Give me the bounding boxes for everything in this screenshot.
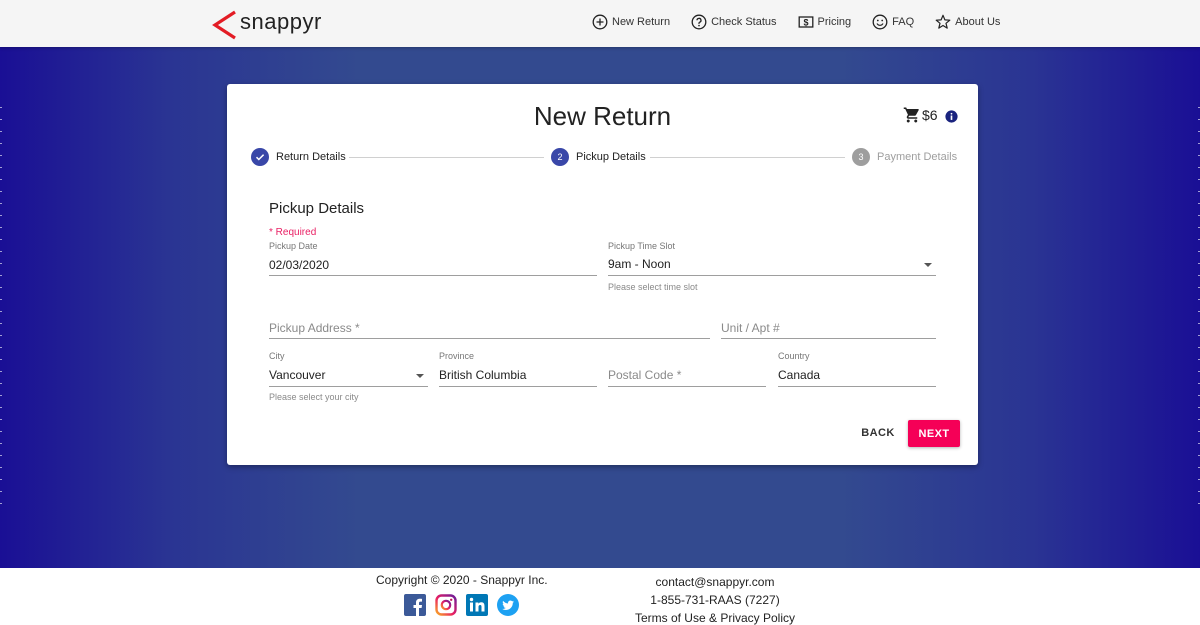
contact-email-link[interactable]: contact@snappyr.com — [615, 573, 815, 591]
question-circle-icon — [691, 14, 707, 30]
step-label: Pickup Details — [576, 151, 646, 163]
copyright-text: Copyright © 2020 - Snappyr Inc. — [376, 573, 548, 587]
dollar-bill-icon: $ — [798, 16, 813, 28]
field-value: 9am - Noon — [608, 257, 671, 271]
step-pickup-details[interactable]: 2 Pickup Details — [551, 148, 646, 166]
field-value: British Columbia — [439, 368, 527, 382]
section-title: Pickup Details — [269, 200, 365, 217]
terms-privacy-link[interactable]: Terms of Use & Privacy Policy — [615, 609, 815, 625]
country-field[interactable]: Country Canada — [778, 351, 936, 387]
pickup-date-field[interactable]: Pickup Date 02/03/2020 — [269, 241, 597, 276]
field-label: Province — [439, 351, 475, 361]
linkedin-icon[interactable] — [466, 594, 488, 616]
city-select[interactable]: City Vancouver — [269, 351, 428, 387]
footer: Copyright © 2020 - Snappyr Inc. contact@… — [0, 568, 1200, 625]
field-value: 02/03/2020 — [269, 258, 330, 272]
svg-text:$: $ — [803, 17, 808, 27]
contact-info: contact@snappyr.com 1-855-731-RAAS (7227… — [615, 573, 815, 625]
step-connector — [349, 157, 544, 158]
step-number: 3 — [852, 148, 870, 166]
field-value: Canada — [778, 368, 821, 382]
field-label: City — [269, 351, 285, 361]
field-placeholder: Pickup Address * — [269, 321, 360, 335]
field-placeholder: Unit / Apt # — [721, 321, 780, 335]
next-button[interactable]: NEXT — [908, 420, 960, 447]
facebook-icon[interactable] — [404, 594, 426, 616]
dropdown-arrow-icon — [416, 374, 424, 378]
province-field[interactable]: Province British Columbia — [439, 351, 597, 387]
nav-new-return[interactable]: New Return — [592, 14, 670, 30]
cart-icon — [903, 107, 919, 123]
new-return-card: New Return $6 Return Details 2 Pickup De… — [227, 84, 978, 465]
nav-label: FAQ — [892, 16, 915, 28]
logo-text: snappyr — [240, 9, 322, 34]
check-icon — [251, 148, 269, 166]
postal-code-input[interactable]: Postal Code * — [608, 351, 766, 387]
field-value: Vancouver — [269, 368, 326, 382]
field-placeholder: Postal Code * — [608, 368, 682, 382]
time-slot-helper: Please select time slot — [608, 282, 698, 292]
plus-circle-icon — [592, 14, 608, 30]
price-value: $6 — [922, 107, 938, 123]
nav-label: Check Status — [711, 16, 777, 28]
step-return-details[interactable]: Return Details — [251, 148, 346, 166]
nav-label: About Us — [955, 16, 1001, 28]
main-nav: New Return Check Status $ Pricing FAQ Ab… — [592, 14, 1000, 30]
contact-phone: 1-855-731-RAAS (7227) — [650, 593, 780, 607]
social-links — [404, 594, 528, 616]
pickup-time-slot-select[interactable]: Pickup Time Slot 9am - Noon — [608, 241, 936, 276]
step-label: Payment Details — [877, 151, 958, 163]
smiley-icon — [872, 14, 888, 30]
top-navbar: snappyr New Return Check Status $ Pricin… — [0, 0, 1200, 47]
field-label: Pickup Time Slot — [608, 241, 676, 251]
unit-apt-input[interactable]: Unit / Apt # — [721, 318, 936, 339]
step-label: Return Details — [276, 151, 346, 163]
step-payment-details[interactable]: 3 Payment Details — [852, 148, 957, 166]
nav-faq[interactable]: FAQ — [872, 14, 914, 30]
dropdown-arrow-icon — [924, 263, 932, 267]
back-button[interactable]: BACK — [854, 420, 902, 446]
nav-label: Pricing — [817, 16, 852, 28]
info-icon[interactable] — [944, 109, 958, 123]
twitter-icon[interactable] — [497, 594, 519, 616]
nav-pricing[interactable]: $ Pricing — [798, 14, 852, 30]
pickup-address-input[interactable]: Pickup Address * — [269, 318, 710, 339]
instagram-icon[interactable] — [435, 594, 457, 616]
star-icon — [935, 14, 951, 29]
nav-about-us[interactable]: About Us — [935, 14, 1000, 30]
step-number: 2 — [551, 148, 569, 166]
page-title: New Return — [533, 101, 672, 131]
city-helper: Please select your city — [269, 392, 359, 402]
logo[interactable]: snappyr — [211, 9, 322, 41]
field-label: Pickup Date — [269, 241, 318, 251]
nav-check-status[interactable]: Check Status — [691, 14, 777, 30]
field-label: Country — [778, 351, 810, 361]
price-indicator: $6 — [903, 106, 958, 124]
logo-chevron-icon — [212, 10, 236, 40]
required-note: * Required — [269, 227, 317, 238]
step-connector — [650, 157, 845, 158]
nav-label: New Return — [612, 16, 671, 28]
